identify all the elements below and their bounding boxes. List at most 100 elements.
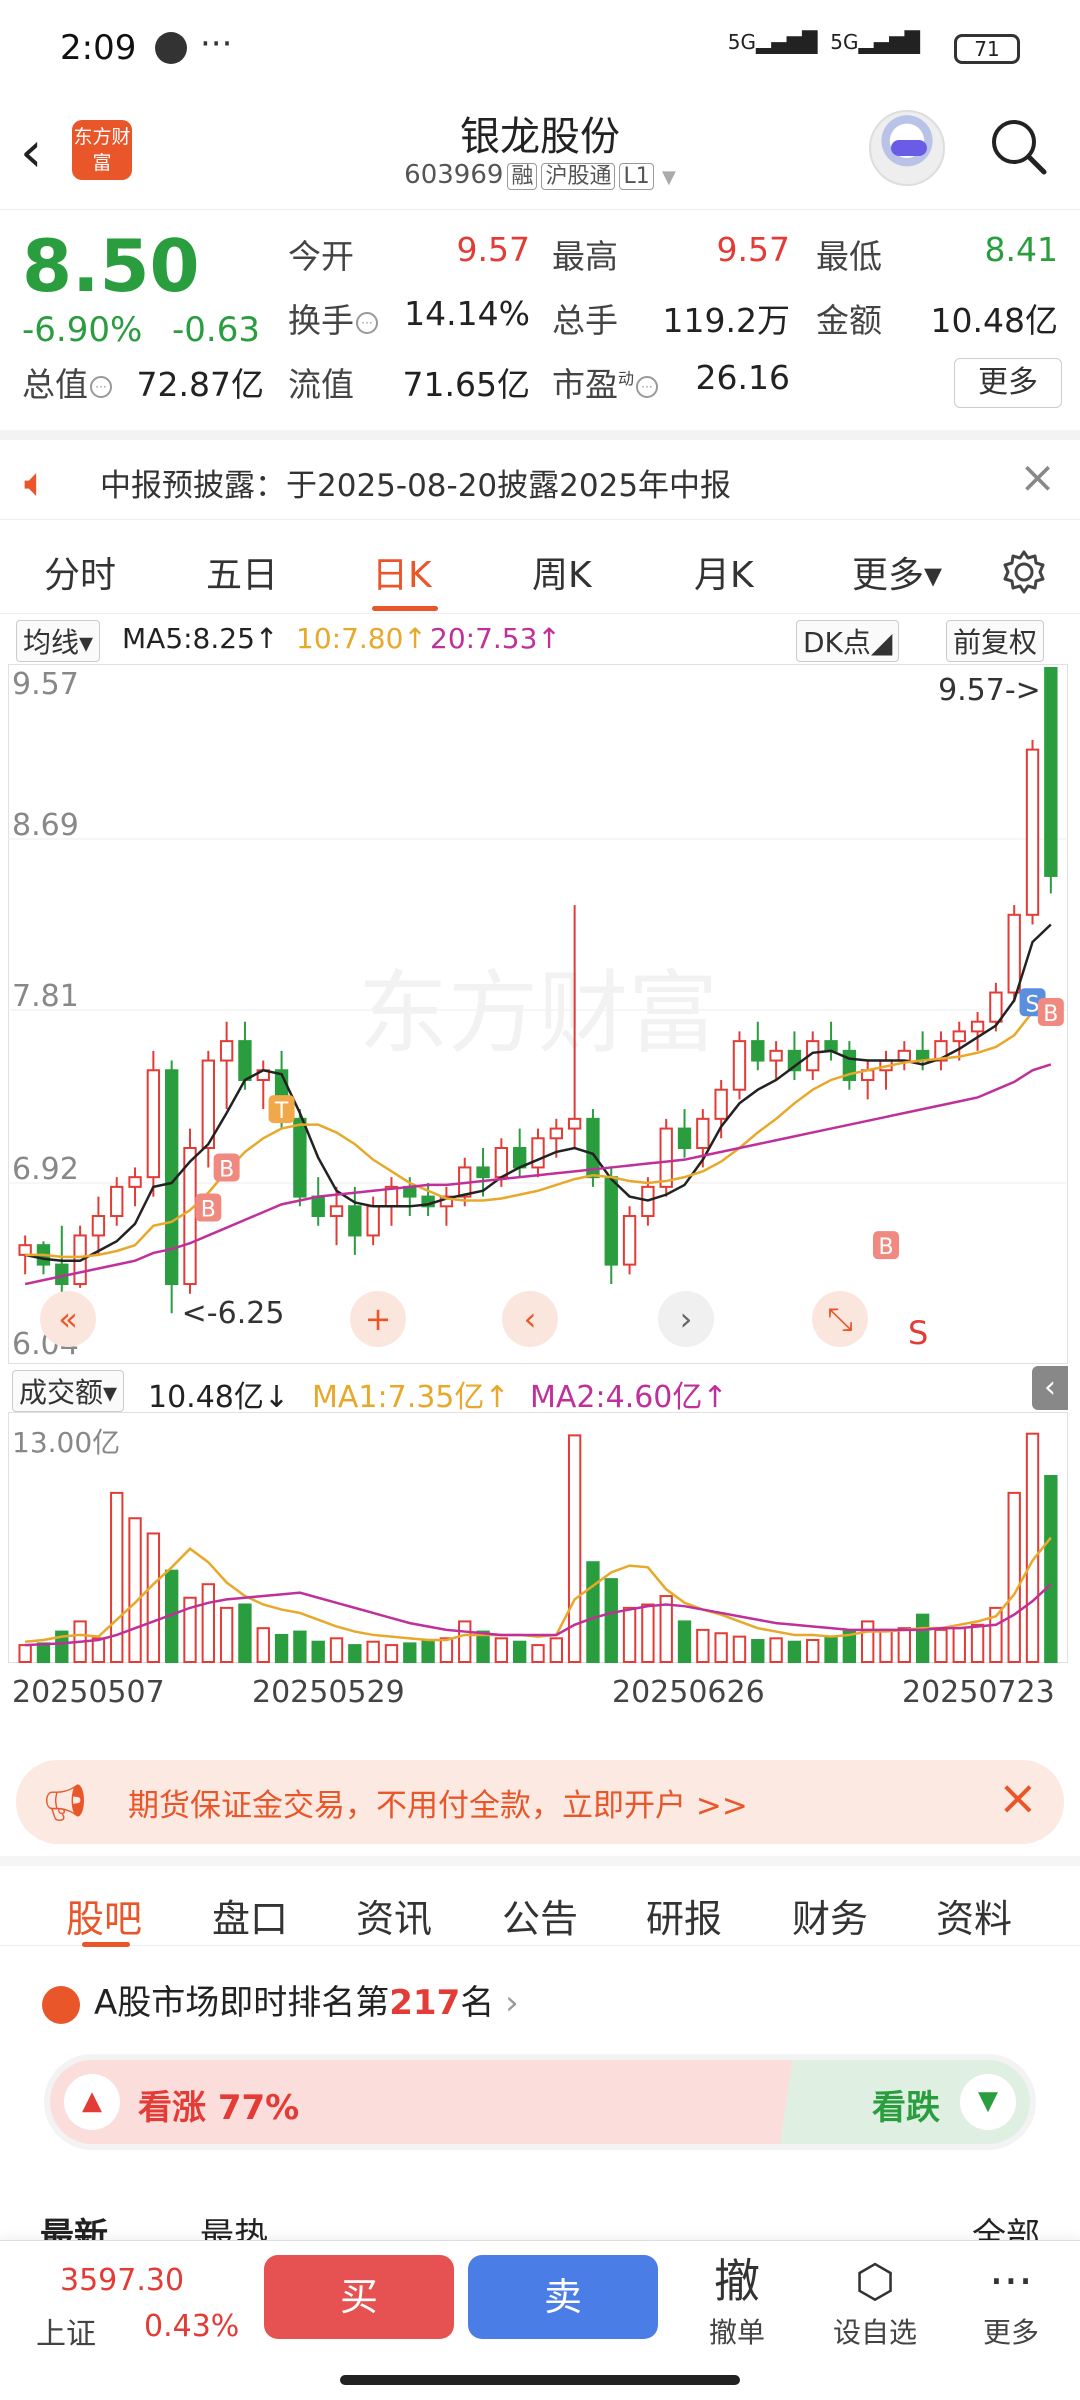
ad-banner[interactable]: 📢︎ 期货保证金交易，不用付全款，立即开户 >> ×: [16, 1760, 1064, 1844]
tab-monthly-k[interactable]: 月K: [694, 546, 754, 598]
volume-bar: [531, 1644, 545, 1664]
info-icon[interactable]: ···: [356, 311, 378, 334]
speaker-icon: 🔈︎: [24, 460, 48, 506]
watch-label: 设自选: [832, 2316, 917, 2349]
bearish-arrow-icon[interactable]: ▼: [960, 2074, 1016, 2130]
index-value[interactable]: 3597.30: [60, 2263, 184, 2298]
candle: [769, 1049, 783, 1062]
status-time: 2:09: [60, 28, 137, 68]
tab-weekly-k[interactable]: 周K: [532, 546, 592, 598]
ad-text[interactable]: 期货保证金交易，不用付全款，立即开户 >>: [128, 1780, 748, 1825]
volume-bar: [146, 1532, 161, 1664]
volume-bar: [274, 1633, 289, 1663]
tag-level: L1: [619, 163, 654, 190]
candle: [659, 1127, 673, 1188]
candle: [476, 1166, 490, 1179]
volume-bar: [934, 1628, 948, 1663]
volume-bar: [439, 1637, 454, 1664]
tab-more[interactable]: 更多▾: [852, 546, 942, 598]
floatcap-value: 71.65亿: [402, 365, 530, 404]
change-percent: -6.90%: [22, 310, 143, 350]
tab-orderbook[interactable]: 盘口: [212, 1888, 288, 1943]
buy-button[interactable]: 买: [264, 2255, 454, 2339]
volume-bar: [494, 1637, 509, 1664]
y-tick-label: 7.81: [12, 979, 79, 1014]
tab-financials[interactable]: 财务: [792, 1888, 868, 1943]
sell-button[interactable]: 卖: [468, 2255, 658, 2339]
more-quote-button[interactable]: 更多: [954, 358, 1062, 408]
chevron-right-icon: ›: [505, 1983, 519, 2023]
info-icon[interactable]: ···: [90, 375, 112, 398]
volume-bar: [732, 1635, 747, 1664]
turnover-value: 14.14%: [404, 294, 530, 333]
tab-research[interactable]: 研报: [646, 1888, 722, 1943]
tab-announcements[interactable]: 公告: [502, 1888, 578, 1943]
collapse-panel-icon[interactable]: ‹: [1032, 1366, 1068, 1410]
signal-marker-label: S: [1026, 992, 1040, 1017]
ma-selector[interactable]: 均线▾: [16, 620, 101, 662]
candle: [329, 1205, 344, 1218]
kline-chart[interactable]: 9.57 8.69 7.81 6.92 6.04 东方财富 B B T B S B 9.57-> <-6.…: [8, 664, 1068, 1364]
volume-bar: [458, 1620, 472, 1663]
candle: [897, 1049, 911, 1062]
settings-gear-icon[interactable]: [1000, 548, 1048, 596]
status-more-icon: ···: [200, 24, 233, 64]
info-icon[interactable]: ···: [636, 375, 659, 398]
tab-daily-k[interactable]: 日K: [372, 546, 432, 598]
low-label: 最低: [816, 237, 882, 276]
volume-bar: [1025, 1432, 1040, 1663]
candle: [677, 1127, 692, 1150]
volume-bar: [806, 1639, 820, 1664]
index-name[interactable]: 上证: [36, 2309, 96, 2353]
bullish-arrow-icon[interactable]: ▲: [64, 2074, 120, 2130]
volume-legend-bar: 成交额▾ 10.48亿↓ MA1:7.35亿↑ MA2:4.60亿↑ ‹: [0, 1362, 1080, 1415]
close-icon[interactable]: ×: [1019, 452, 1056, 503]
volume-chart[interactable]: 13.00亿 20250507 20250529 20250626 20250723: [8, 1412, 1068, 1742]
candle: [238, 1040, 252, 1081]
bearish-label[interactable]: 看跌: [872, 2080, 940, 2129]
volume-bar: [348, 1644, 362, 1664]
candle: [183, 1147, 197, 1286]
dk-point-button[interactable]: DK点◢: [796, 620, 900, 662]
volume-selector[interactable]: 成交额▾: [12, 1370, 125, 1412]
add-watchlist-button[interactable]: ⬡ 设自选: [820, 2251, 930, 2351]
bottom-toolbar: 3597.30 上证 0.43% 买 卖 撤 撤单 ⬡ 设自选 ··· 更多: [0, 2240, 1080, 2400]
search-icon[interactable]: [988, 116, 1050, 178]
volume-bar: [604, 1578, 618, 1663]
volume-bar: [915, 1613, 930, 1664]
volume-bar: [329, 1637, 344, 1664]
dropdown-icon[interactable]: ▼: [662, 167, 676, 188]
candle: [201, 1059, 215, 1150]
notice-bar[interactable]: 🔈︎ 中报预披露：于2025-08-20披露2025年中报 ×: [0, 430, 1080, 520]
volume-bar: [1007, 1491, 1021, 1663]
signal-marker-label: T: [274, 1099, 289, 1124]
index-percent[interactable]: 0.43%: [144, 2309, 239, 2344]
pe-sup: 动: [618, 369, 635, 388]
volume-amount: 10.48亿↓: [148, 1380, 290, 1415]
hexagon-icon: ⬡: [854, 2254, 896, 2308]
tab-news[interactable]: 资讯: [356, 1888, 432, 1943]
signal-marker-label: B: [1043, 1002, 1058, 1027]
tab-profile[interactable]: 资料: [936, 1888, 1012, 1943]
tab-5day[interactable]: 五日: [206, 546, 278, 598]
y-tick-label: 6.92: [12, 1152, 79, 1187]
cancel-order-button[interactable]: 撤 撤单: [682, 2251, 792, 2351]
volume-bar: [751, 1639, 765, 1664]
tag-margin: 融: [507, 163, 538, 190]
assistant-robot-icon[interactable]: [869, 110, 945, 186]
bullish-label[interactable]: 看涨 77%: [138, 2080, 299, 2129]
volume-bar: [714, 1632, 728, 1663]
notice-text[interactable]: 中报预披露：于2025-08-20披露2025年中报: [100, 460, 731, 505]
bar-chart-icon: [42, 1986, 80, 2024]
market-rank[interactable]: A股市场即时排名第217名 ›: [94, 1975, 519, 2024]
tab-forum[interactable]: 股吧: [66, 1888, 142, 1943]
ma-legend-bar: 均线▾ MA5:8.25↑ 10:7.80↑ 20:7.53↑ DK点◢ 前复权: [0, 614, 1080, 664]
close-icon[interactable]: ×: [998, 1770, 1038, 1826]
tab-intraday[interactable]: 分时: [44, 546, 116, 598]
adjust-button[interactable]: 前复权: [946, 620, 1045, 662]
candle: [1025, 748, 1040, 916]
tag-connect: 沪股通: [541, 163, 616, 190]
high-label: 最高: [552, 237, 618, 276]
more-button[interactable]: ··· 更多: [956, 2251, 1066, 2351]
rank-prefix: A股市场即时排名第: [94, 1983, 390, 2023]
